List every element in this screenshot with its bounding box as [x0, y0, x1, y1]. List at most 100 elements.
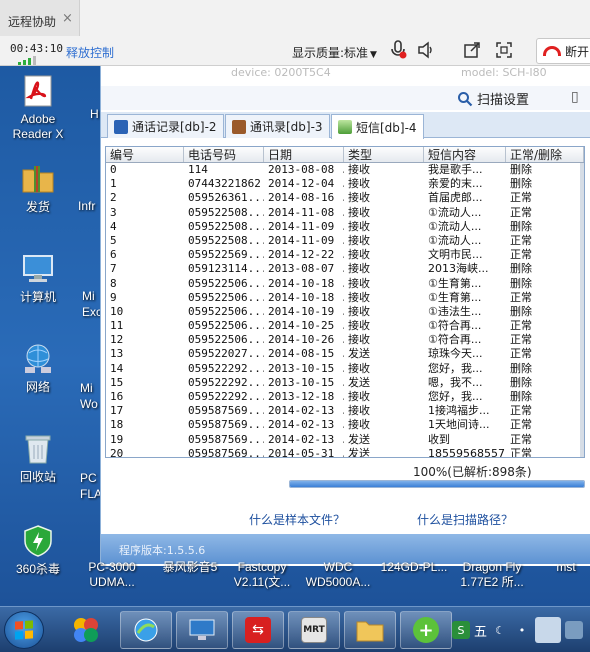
taskbar-remote-button[interactable]: [176, 611, 228, 649]
desktop-icon-computer[interactable]: 计算机: [0, 252, 76, 305]
cell-id: 4: [110, 219, 117, 233]
cell-id: 9: [110, 290, 117, 304]
microphone-muted-icon[interactable]: [386, 38, 410, 62]
cell-phone: 059587569...: [188, 432, 264, 446]
cell-content: ①流动人...: [428, 233, 482, 247]
table-row[interactable]: 13 059522027... 2014-08-15 ... 发送 琼珠今天... 正常: [106, 347, 584, 361]
table-row[interactable]: 14 059522292... 2013-10-15 ... 接收 您好，我... 删除: [106, 362, 584, 376]
table-row[interactable]: 1 07443221862 2014-12-04 ... 接收 亲爱的末... 删除: [106, 177, 584, 191]
column-header-status[interactable]: 正常/删除: [506, 147, 584, 162]
desktop-side-label: PC FLA: [80, 471, 103, 501]
tab-contacts[interactable]: 通讯录[db]-3: [225, 114, 330, 138]
tab-sms[interactable]: 短信[db]-4: [331, 114, 424, 139]
table-row[interactable]: 11 059522506... 2014-10-25 ... 接收 ①符合再... 正常: [106, 319, 584, 333]
input-method-icon[interactable]: S: [452, 621, 470, 639]
remote-tab[interactable]: 远程协助 ×: [0, 0, 80, 36]
dot-icon[interactable]: •: [513, 621, 531, 639]
taskbar-mrt-button[interactable]: MRT: [288, 611, 340, 649]
cell-content: ①符合再...: [428, 319, 482, 333]
table-scrollbar[interactable]: [580, 163, 584, 457]
table-row[interactable]: 9 059522506... 2014-10-18 ... 接收 ①生育第... 正常: [106, 291, 584, 305]
cell-id: 0: [110, 163, 117, 176]
computer-icon: [21, 252, 55, 286]
sample-file-help-link[interactable]: 什么是样本文件？: [249, 511, 345, 528]
table-row[interactable]: 3 059522508... 2014-11-08 ... 接收 ①流动人... 正常: [106, 206, 584, 220]
table-row[interactable]: 10 059522506... 2014-10-19 ... 接收 ①违法生... 删除: [106, 305, 584, 319]
table-row[interactable]: 0 114 2013-08-08 ... 接收 我是歌手... 删除: [106, 163, 584, 177]
desktop-icon-recycle-bin[interactable]: 回收站: [0, 432, 76, 485]
cell-id: 6: [110, 248, 117, 262]
taskbar-browser-button[interactable]: [120, 611, 172, 649]
cell-content: ①流动人...: [428, 205, 482, 219]
tab-call-log[interactable]: 通话记录[db]-2: [107, 114, 224, 138]
scan-path-help-link[interactable]: 什么是扫描路径？: [417, 511, 513, 528]
table-row[interactable]: 15 059522292... 2013-10-15 ... 发送 嗯，我不... 删除: [106, 376, 584, 390]
display-quality-select[interactable]: 显示质量:标准 ▼: [292, 44, 377, 61]
desktop-icon-fahuo[interactable]: 发货: [0, 162, 76, 215]
cell-phone: 059587569...: [188, 404, 264, 418]
column-header-content[interactable]: 短信内容: [424, 147, 506, 162]
signal-icon: [18, 56, 36, 65]
table-row[interactable]: 8 059522506... 2014-10-18 ... 接收 ①生育第... 删除: [106, 277, 584, 291]
close-icon[interactable]: ×: [62, 11, 73, 26]
phone-icon: [114, 119, 128, 134]
table-row[interactable]: 6 059522569... 2014-12-22 ... 接收 文明市民... 正常: [106, 248, 584, 262]
table-row[interactable]: 7 059123114... 2013-08-07 ... 接收 2013海峡... 删除: [106, 262, 584, 276]
notification-icon[interactable]: [565, 621, 584, 639]
taskbar-explorer-button[interactable]: [344, 611, 396, 649]
cell-phone: 059522292...: [188, 390, 264, 403]
taskbar-tool-button[interactable]: ⇆: [232, 611, 284, 649]
taskbar-security-button[interactable]: +: [400, 611, 452, 649]
scan-settings-button[interactable]: 扫描设置: [457, 89, 529, 108]
cell-status: 删除: [510, 177, 532, 191]
cell-status: 正常: [510, 248, 532, 262]
column-header-phone[interactable]: 电话号码: [184, 147, 264, 162]
cell-id: 14: [110, 361, 124, 375]
cell-id: 13: [110, 347, 124, 361]
cell-content: 亲爱的末...: [428, 177, 483, 191]
column-header-date[interactable]: 日期: [264, 147, 344, 162]
taskbar-app-button[interactable]: [60, 611, 112, 649]
document-icon[interactable]: ▯: [571, 89, 579, 105]
desktop-icon-network[interactable]: 网络: [0, 342, 76, 395]
monitor-icon: [189, 619, 215, 640]
table-row[interactable]: 12 059522506... 2014-10-26 ... 接收 ①符合再... 正常: [106, 333, 584, 347]
speaker-icon[interactable]: [414, 38, 438, 62]
cell-content: ①违法生...: [428, 304, 482, 318]
table-row[interactable]: 20 059587569... 2014-05-31 ... 发送 1855956855…: [106, 447, 584, 457]
cell-date: 2014-10-26 ...: [268, 333, 344, 347]
tab-label: 通讯录[db]-3: [250, 120, 323, 134]
cell-phone: 059522292...: [188, 361, 264, 375]
device-info-text: device: 0200T5C4: [231, 66, 331, 79]
table-row[interactable]: 17 059587569... 2014-02-13 ... 接收 1接鸿福步... 正常: [106, 404, 584, 418]
input-mode-text[interactable]: 五: [474, 621, 487, 640]
cell-phone: 059522569...: [188, 248, 264, 262]
disconnect-button[interactable]: 断开: [536, 38, 590, 64]
forensics-app-window: device: 0200T5C4 model: SCH-I80 扫描设置 ▯ 通…: [100, 66, 590, 566]
elapsed-time: 00:43:10: [10, 42, 63, 55]
red-arrow-icon: ⇆: [245, 617, 271, 643]
column-header-type[interactable]: 类型: [344, 147, 424, 162]
table-row[interactable]: 16 059522292... 2013-12-18 ... 接收 您好，我... 删除: [106, 390, 584, 404]
desktop-icon-adobe-reader[interactable]: Adobe Reader X: [0, 74, 76, 142]
model-info-text: model: SCH-I80: [461, 66, 547, 79]
table-row[interactable]: 4 059522508... 2014-11-09 ... 接收 ①流动人... 删除: [106, 220, 584, 234]
desktop-side-label: Mi Wo: [80, 381, 98, 411]
cell-status: 删除: [510, 361, 532, 375]
table-row[interactable]: 2 059526361... 2014-08-16 ... 接收 首届虎郎... 正常: [106, 191, 584, 205]
table-row[interactable]: 19 059587569... 2014-02-13 ... 发送 收到 正常: [106, 433, 584, 447]
release-control-link[interactable]: 释放控制: [66, 44, 114, 61]
version-text: 程序版本:1.5.5.6: [119, 544, 206, 557]
column-header-id[interactable]: 编号: [106, 147, 184, 162]
cell-date: 2014-10-18 ...: [268, 276, 344, 290]
start-button[interactable]: [4, 611, 44, 649]
fullscreen-icon[interactable]: [492, 38, 516, 62]
moon-icon[interactable]: ☾: [491, 621, 509, 639]
cell-type: 发送: [348, 347, 370, 361]
user-avatar-icon[interactable]: [535, 617, 562, 643]
table-row[interactable]: 18 059587569... 2014-02-13 ... 接收 1天地间诗... 正常: [106, 418, 584, 432]
desktop-icon-360[interactable]: 360杀毒: [0, 524, 76, 577]
table-row[interactable]: 5 059522508... 2014-11-09 ... 接收 ①流动人... 正常: [106, 234, 584, 248]
share-icon[interactable]: [460, 38, 484, 62]
cell-content: 2013海峡...: [428, 262, 489, 276]
